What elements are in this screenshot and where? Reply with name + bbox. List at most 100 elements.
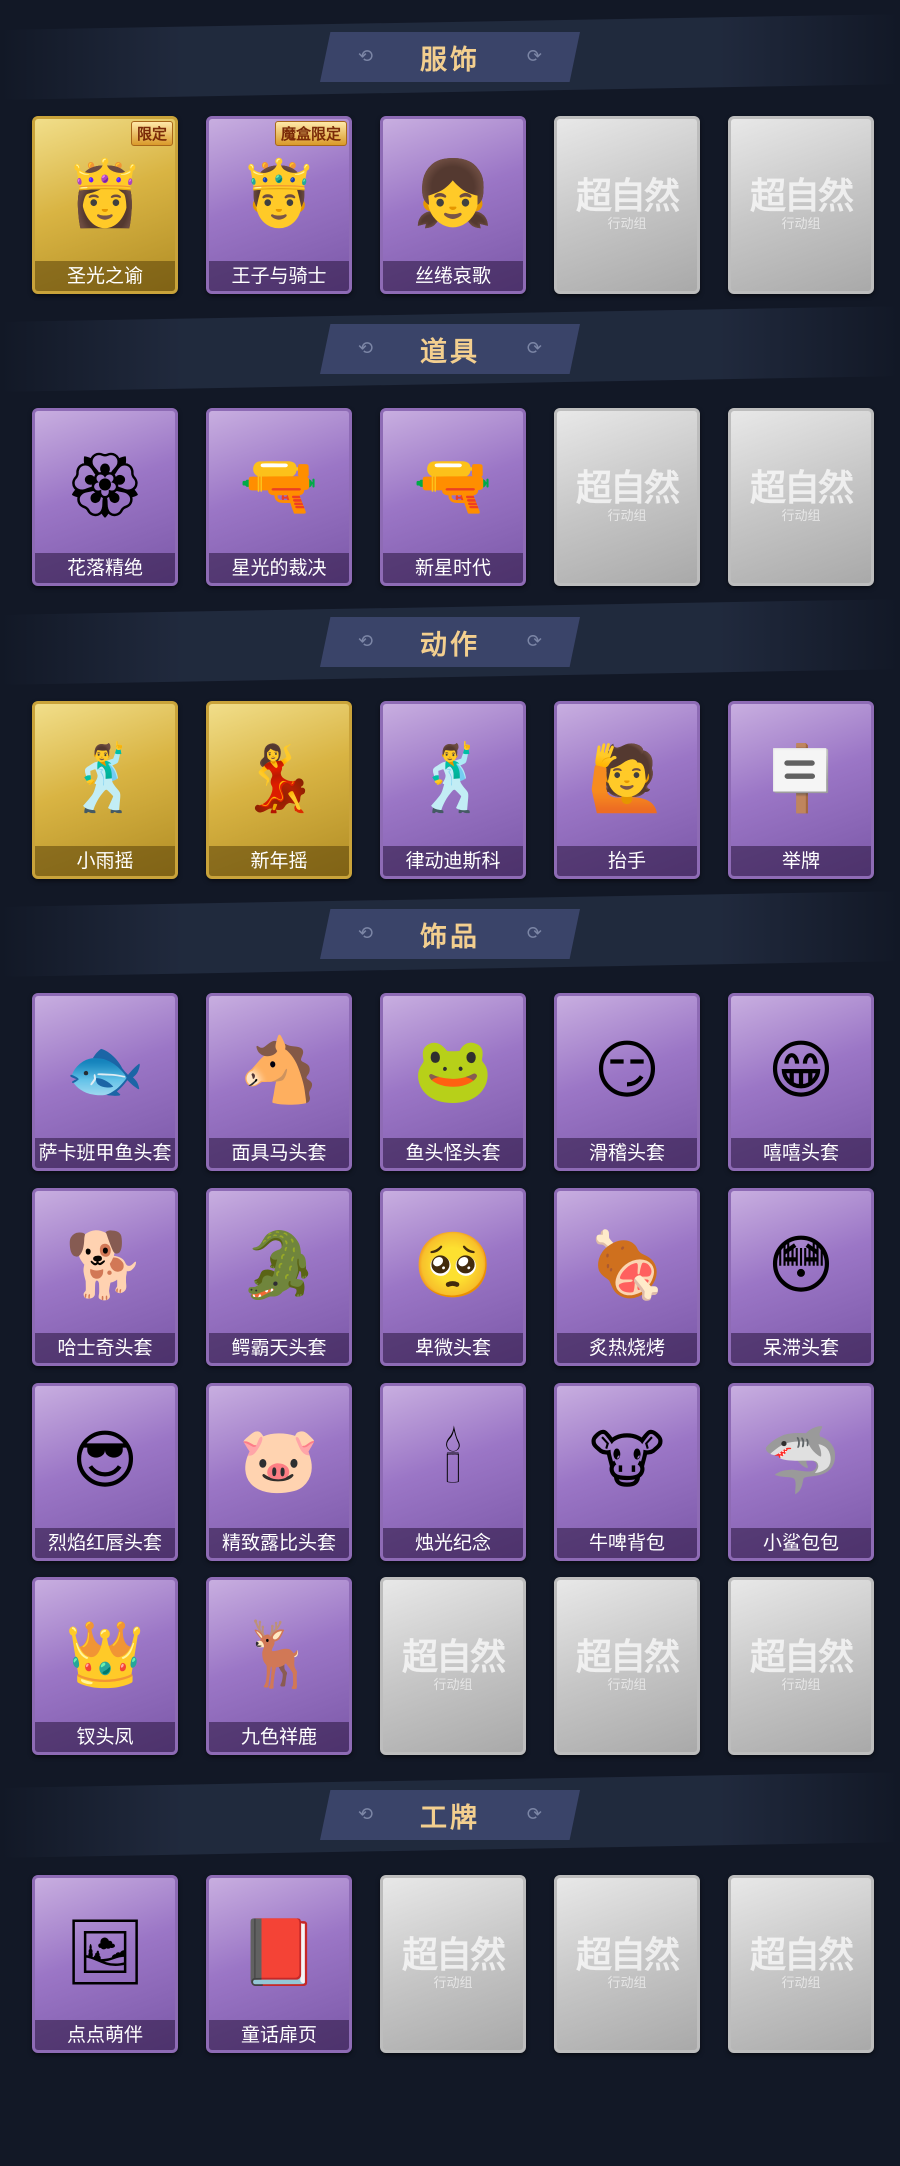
item-name: 精致露比头套: [209, 1528, 349, 1558]
empty-slot-watermark: 超自然: [749, 1934, 854, 1976]
reward-item-card[interactable]: 🐟 萨卡班甲鱼头套: [32, 993, 178, 1171]
reward-item-card[interactable]: 🕺 小雨摇: [32, 701, 178, 879]
empty-slot-watermark: 超自然: [575, 1636, 680, 1678]
reward-item-card[interactable]: 🕯 烛光纪念: [380, 1383, 526, 1561]
empty-slot-subtitle: 行动组: [607, 217, 647, 232]
fish-monster-head-icon: 🐸: [413, 1034, 493, 1106]
empty-slot-watermark: 超自然: [749, 467, 854, 509]
item-name: 萨卡班甲鱼头套: [35, 1138, 175, 1168]
empty-slot-watermark: 超自然: [575, 1934, 680, 1976]
item-name: 小鲨包包: [731, 1528, 871, 1558]
item-name: 烛光纪念: [383, 1528, 523, 1558]
item-name: 烈焰红唇头套: [35, 1528, 175, 1558]
fish-head-icon: 🐟: [65, 1034, 145, 1106]
empty-slot-subtitle: 行动组: [607, 1976, 647, 1991]
reward-item-card[interactable]: 🥺 卑微头套: [380, 1188, 526, 1366]
shark-bag-icon: 🦈: [761, 1424, 841, 1496]
reward-item-card[interactable]: 🤴 魔盒限定 王子与骑士: [206, 116, 352, 294]
reward-item-card[interactable]: 😁 嘻嘻头套: [728, 993, 874, 1171]
limited-badge: 魔盒限定: [274, 121, 347, 146]
empty-item-slot[interactable]: 超自然 行动组: [554, 116, 700, 294]
swirl-ornament-icon: ⟳: [526, 338, 542, 358]
reward-item-card[interactable]: 🪧 举牌: [728, 701, 874, 879]
empty-slot-subtitle: 行动组: [607, 509, 647, 524]
grin-face-icon: 😁: [767, 1034, 835, 1106]
section-title-banner: ⟲ 动作 ⟳: [320, 617, 580, 667]
item-name: 钗头凤: [35, 1722, 175, 1752]
section-title: 道具: [420, 336, 480, 368]
swirl-ornament-icon: ⟲: [358, 46, 374, 66]
reward-item-card[interactable]: 😎 烈焰红唇头套: [32, 1383, 178, 1561]
candle-icon: 🕯: [443, 1424, 463, 1496]
funny-face-icon: 😏: [593, 1034, 661, 1106]
empty-item-slot[interactable]: 超自然 行动组: [728, 1577, 874, 1755]
humble-face-icon: 🥺: [413, 1229, 493, 1301]
item-name: 举牌: [731, 846, 871, 876]
reward-item-card[interactable]: 🕺 律动迪斯科: [380, 701, 526, 879]
swirl-ornament-icon: ⟳: [526, 46, 542, 66]
section-title: 服饰: [420, 44, 480, 76]
section-title-banner: ⟲ 道具 ⟳: [320, 324, 580, 374]
reward-item-card[interactable]: 🐴 面具马头套: [206, 993, 352, 1171]
empty-slot-subtitle: 行动组: [781, 1976, 821, 1991]
reward-item-card[interactable]: 🍖 炙热烧烤: [554, 1188, 700, 1366]
reward-item-card[interactable]: 👑 钗头凤: [32, 1577, 178, 1755]
landscape-badge-icon: 🖼: [64, 1916, 146, 1988]
item-name: 抬手: [557, 846, 697, 876]
section-title-banner: ⟲ 饰品 ⟳: [320, 909, 580, 959]
horse-head-icon: 🐴: [239, 1034, 319, 1106]
empty-slot-watermark: 超自然: [575, 467, 680, 509]
swirl-ornament-icon: ⟲: [358, 631, 374, 651]
item-name: 滑稽头套: [557, 1138, 697, 1168]
empty-item-slot[interactable]: 超自然 行动组: [380, 1577, 526, 1755]
item-name: 星光的裁决: [209, 553, 349, 583]
yellow-mascot-head-icon: 😎: [71, 1424, 139, 1496]
empty-item-slot[interactable]: 超自然 行动组: [728, 408, 874, 586]
reward-item-card[interactable]: 🐷 精致露比头套: [206, 1383, 352, 1561]
item-name: 鳄霸天头套: [209, 1333, 349, 1363]
reward-item-card[interactable]: 🔫 新星时代: [380, 408, 526, 586]
reward-item-card[interactable]: 📕 童话扉页: [206, 1875, 352, 2053]
dance-pose-icon: 💃: [239, 742, 319, 814]
reward-item-card[interactable]: 🙋 抬手: [554, 701, 700, 879]
raise-hand-pose-icon: 🙋: [587, 742, 667, 814]
empty-slot-subtitle: 行动组: [607, 1678, 647, 1693]
reward-item-card[interactable]: 🦈 小鲨包包: [728, 1383, 874, 1561]
empty-item-slot[interactable]: 超自然 行动组: [380, 1875, 526, 2053]
item-name: 圣光之谕: [35, 261, 175, 291]
item-name: 哈士奇头套: [35, 1333, 175, 1363]
empty-item-slot[interactable]: 超自然 行动组: [728, 1875, 874, 2053]
item-name: 面具马头套: [209, 1138, 349, 1168]
reward-item-card[interactable]: 🐊 鳄霸天头套: [206, 1188, 352, 1366]
section-title: 工牌: [420, 1802, 480, 1834]
item-name: 嘻嘻头套: [731, 1138, 871, 1168]
reward-item-card[interactable]: 🐮 牛啤背包: [554, 1383, 700, 1561]
husky-head-icon: 🐕: [65, 1229, 145, 1301]
swirl-ornament-icon: ⟳: [526, 923, 542, 943]
empty-item-slot[interactable]: 超自然 行动组: [554, 1577, 700, 1755]
item-name: 新星时代: [383, 553, 523, 583]
reward-item-card[interactable]: 🖼 点点萌伴: [32, 1875, 178, 2053]
empty-slot-watermark: 超自然: [575, 175, 680, 217]
revolver-icon: 🔫: [413, 449, 493, 521]
reward-item-card[interactable]: 🐸 鱼头怪头套: [380, 993, 526, 1171]
reward-item-card[interactable]: 👧 丝绻哀歌: [380, 116, 526, 294]
reward-item-card[interactable]: 🏵 花落精绝: [32, 408, 178, 586]
reward-item-card[interactable]: 😳 呆滞头套: [728, 1188, 874, 1366]
item-name: 九色祥鹿: [209, 1722, 349, 1752]
pink-beaver-head-icon: 🐷: [239, 1424, 319, 1496]
reward-item-card[interactable]: 🔫 星光的裁决: [206, 408, 352, 586]
empty-slot-subtitle: 行动组: [433, 1678, 473, 1693]
reward-item-card[interactable]: 💃 新年摇: [206, 701, 352, 879]
empty-item-slot[interactable]: 超自然 行动组: [554, 1875, 700, 2053]
empty-item-slot[interactable]: 超自然 行动组: [554, 408, 700, 586]
phoenix-crown-icon: 👑: [65, 1618, 145, 1690]
reward-item-card[interactable]: 😏 滑稽头套: [554, 993, 700, 1171]
dance-pose-icon: 🕺: [65, 742, 145, 814]
reward-item-card[interactable]: 👸 限定 圣光之谕: [32, 116, 178, 294]
dazed-face-icon: 😳: [767, 1229, 835, 1301]
prince-costume-icon: 🤴: [239, 157, 319, 229]
reward-item-card[interactable]: 🦌 九色祥鹿: [206, 1577, 352, 1755]
reward-item-card[interactable]: 🐕 哈士奇头套: [32, 1188, 178, 1366]
empty-item-slot[interactable]: 超自然 行动组: [728, 116, 874, 294]
